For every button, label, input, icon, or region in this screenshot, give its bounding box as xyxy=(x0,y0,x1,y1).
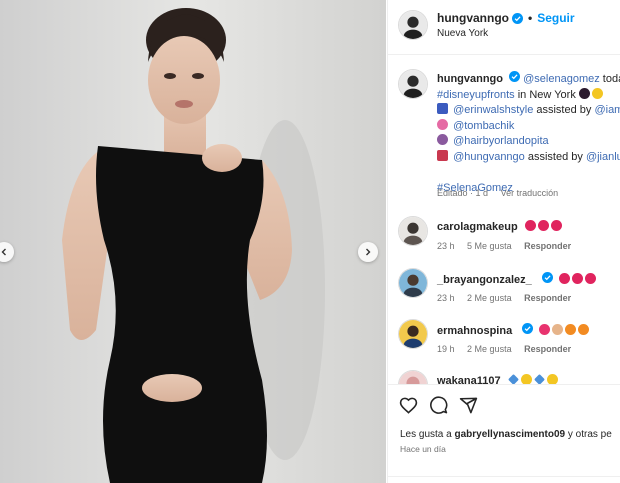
mention-link[interactable]: @jianlu xyxy=(586,151,620,163)
edited-label: Editado · 1 d xyxy=(437,188,489,198)
nail-polish-icon xyxy=(437,118,448,130)
caption-username[interactable]: hungvanngo xyxy=(437,73,503,85)
heart-eyes-emoji-icon xyxy=(584,273,596,284)
post-header: hungvanngo • Seguir Nueva York xyxy=(388,0,620,55)
mention-link[interactable]: @selenagomez xyxy=(523,73,600,85)
post-location[interactable]: Nueva York xyxy=(437,28,488,39)
reply-button[interactable]: Responder xyxy=(524,344,571,354)
caption-text: today for xyxy=(602,73,620,85)
verified-icon xyxy=(541,272,553,283)
comment-avatar[interactable] xyxy=(398,319,428,349)
verified-icon xyxy=(512,12,523,24)
comment-time: 19 h xyxy=(437,344,455,354)
comment-icon[interactable] xyxy=(429,396,448,415)
heart-eyes-emoji-icon xyxy=(571,273,583,284)
comment-item: wakana1107 xyxy=(388,370,620,384)
fire-icon xyxy=(565,324,577,335)
sparkle-icon xyxy=(520,374,532,384)
post-caption: hungvanngo @selenagomez today for #disne… xyxy=(437,71,620,196)
comment-time: 23 h xyxy=(437,293,455,303)
comment-avatar[interactable] xyxy=(398,216,428,246)
likes-user-link[interactable]: gabryellynascimento09 xyxy=(454,429,565,440)
comment-avatar[interactable] xyxy=(398,268,428,298)
comment-avatar[interactable] xyxy=(398,370,428,384)
verified-icon xyxy=(509,71,521,82)
likes-prefix: Les gusta a xyxy=(400,429,455,440)
post-photo[interactable] xyxy=(0,0,386,483)
heart-eyes-emoji-icon xyxy=(524,220,536,231)
comment-likes[interactable]: 5 Me gusta xyxy=(467,241,512,251)
author-username[interactable]: hungvanngo xyxy=(437,11,509,25)
likes-suffix[interactable]: y otras pe xyxy=(565,429,612,440)
black-heart-icon xyxy=(578,87,590,99)
post-actions: Les gusta a gabryellynascimento09 y otra… xyxy=(388,384,620,483)
heart-eyes-emoji-icon xyxy=(550,220,562,231)
chevron-left-icon xyxy=(1,248,6,256)
heart-icon[interactable] xyxy=(399,396,418,415)
follow-button[interactable]: Seguir xyxy=(537,11,574,25)
mention-link[interactable]: @iamo xyxy=(594,104,620,116)
reply-button[interactable]: Responder xyxy=(524,241,571,251)
share-icon[interactable] xyxy=(459,396,478,415)
diamond-icon xyxy=(533,374,545,384)
hashtag-link[interactable]: #disneyupfronts xyxy=(437,89,515,101)
comment-time: 23 h xyxy=(437,241,455,251)
mention-link[interactable]: @hungvanngo xyxy=(453,151,525,163)
comment-likes[interactable]: 2 Me gusta xyxy=(467,344,512,354)
caption-text: assisted by xyxy=(524,150,586,163)
photo-image xyxy=(0,0,386,483)
comment-username[interactable]: carolagmakeup xyxy=(437,221,518,233)
reply-button[interactable]: Responder xyxy=(524,293,571,303)
raised-hands-icon xyxy=(552,324,564,335)
caption-meta: Editado · 1 d Ver traducción xyxy=(437,188,568,198)
author-avatar[interactable] xyxy=(398,10,428,40)
chevron-right-icon xyxy=(366,248,371,256)
separator-dot: • xyxy=(528,11,533,25)
caption-text: assisted by xyxy=(533,104,595,116)
mention-link[interactable]: @hairbyorlandopita xyxy=(453,135,549,147)
diamond-icon xyxy=(507,374,519,384)
lipstick-icon xyxy=(437,149,448,161)
dress-icon xyxy=(437,103,448,114)
next-photo-button[interactable] xyxy=(358,242,378,262)
add-comment-row xyxy=(388,476,620,483)
comment-username[interactable]: _brayangonzalez_ xyxy=(437,274,532,286)
likes-summary: Les gusta a gabryellynascimento09 y otra… xyxy=(400,429,612,440)
comment-username[interactable]: ermahnospina xyxy=(437,325,512,337)
caption-text: in New York xyxy=(514,88,576,101)
post-time: Hace un día xyxy=(400,444,446,454)
haircut-icon xyxy=(437,134,448,145)
comment-likes[interactable]: 2 Me gusta xyxy=(467,293,512,303)
heart-icon xyxy=(539,324,551,335)
comment-username[interactable]: wakana1107 xyxy=(437,375,501,384)
heart-eyes-emoji-icon xyxy=(537,220,549,231)
mention-link[interactable]: @erinwalshstyle xyxy=(453,104,533,116)
sparkle-icon xyxy=(591,87,603,99)
comments-area: hungvanngo @selenagomez today for #disne… xyxy=(388,56,620,384)
comment-item: ermahnospina 19 h 2 Me gusta Responder xyxy=(388,319,620,369)
fire-icon xyxy=(578,324,590,335)
comment-item: _brayangonzalez_ 23 h 2 Me gusta Respond… xyxy=(388,268,620,318)
heart-eyes-emoji-icon xyxy=(558,273,570,284)
post-side-panel: hungvanngo • Seguir Nueva York hungvanng… xyxy=(387,0,620,483)
comment-item: carolagmakeup 23 h 5 Me gusta Responder xyxy=(388,216,620,266)
sparkle-icon xyxy=(546,374,558,384)
see-translation-link[interactable]: Ver traducción xyxy=(501,188,559,198)
mention-link[interactable]: @tombachik xyxy=(453,120,514,132)
verified-icon xyxy=(522,323,534,334)
caption-author-avatar[interactable] xyxy=(398,69,428,99)
